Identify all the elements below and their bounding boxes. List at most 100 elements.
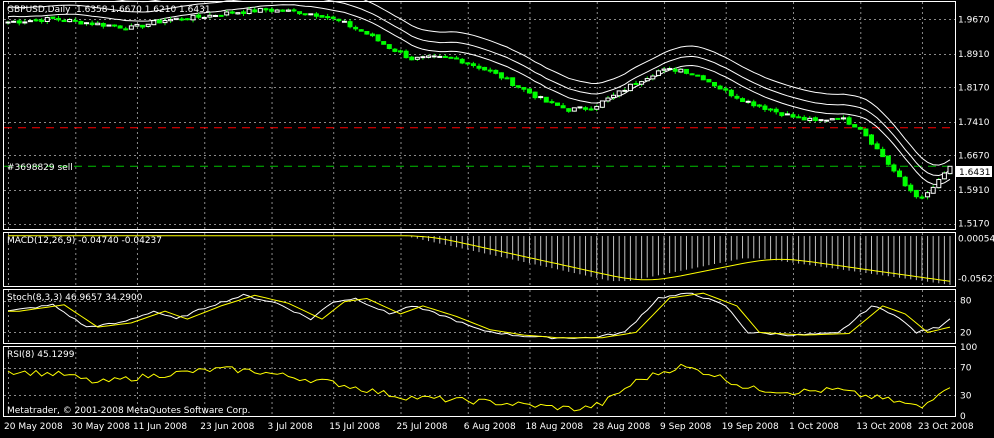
candle-body bbox=[442, 56, 448, 59]
candle-body bbox=[285, 9, 291, 12]
candle-body bbox=[224, 11, 230, 16]
stoch-y-tick: 80 bbox=[960, 297, 972, 307]
candle-body bbox=[145, 23, 151, 27]
candle-body bbox=[353, 26, 359, 30]
candle-body bbox=[325, 16, 331, 19]
x-tick-label: 20 May 2008 bbox=[4, 422, 63, 432]
stochastic-pane-frame[interactable] bbox=[3, 289, 956, 344]
candle-body bbox=[487, 69, 493, 72]
candle-body bbox=[801, 116, 807, 121]
candle-body bbox=[902, 176, 908, 187]
candle-body bbox=[386, 44, 392, 49]
trading-chart-window[interactable]: 1.9670 1.8910 1.8170 1.7410 1.6670 1.5910 1.51… bbox=[0, 0, 994, 434]
candles bbox=[5, 6, 953, 200]
candle-body bbox=[470, 63, 476, 67]
candle-body bbox=[212, 14, 218, 17]
candle-body bbox=[756, 104, 762, 107]
candle-body bbox=[773, 108, 779, 113]
candle-body bbox=[818, 119, 824, 122]
candle-body bbox=[683, 68, 689, 74]
candle-body bbox=[689, 73, 695, 76]
x-tick-label: 19 Sep 2008 bbox=[722, 422, 779, 432]
candle-body bbox=[156, 19, 162, 24]
current-price-tag: 1.6431 bbox=[956, 166, 992, 178]
candle-body bbox=[308, 13, 314, 16]
candle-body bbox=[779, 112, 785, 116]
candle-body bbox=[650, 75, 656, 80]
candle-body bbox=[571, 107, 577, 112]
candle-body bbox=[134, 23, 140, 27]
candle-body bbox=[526, 88, 532, 94]
candle-body bbox=[913, 189, 919, 198]
price-pane-frame[interactable] bbox=[3, 1, 956, 230]
candle-body bbox=[89, 22, 95, 26]
candle-body bbox=[252, 9, 258, 13]
candle-body bbox=[577, 106, 583, 109]
candle-body bbox=[549, 101, 555, 104]
symbol-label: GBPUSD,Daily bbox=[7, 5, 71, 15]
candle-body bbox=[123, 28, 129, 31]
candle-body bbox=[605, 97, 611, 102]
candle-body bbox=[358, 29, 364, 32]
candle-body bbox=[381, 41, 387, 45]
price-y-tick: 1.5910 bbox=[958, 186, 990, 196]
copyright-text: Metatrader, © 2001-2008 MetaQuotes Softw… bbox=[7, 406, 250, 416]
candle-body bbox=[594, 105, 600, 110]
candle-body bbox=[863, 128, 869, 137]
price-y-tick: 1.9670 bbox=[958, 15, 990, 25]
candle-body bbox=[431, 55, 437, 58]
candle-body bbox=[319, 15, 325, 18]
candle-body bbox=[723, 88, 729, 91]
candle-body bbox=[201, 16, 207, 19]
stoch-y-tick: 20 bbox=[960, 328, 972, 338]
candle-body bbox=[44, 16, 50, 23]
candle-body bbox=[616, 90, 622, 97]
candle-body bbox=[678, 68, 684, 73]
current-price-label: 1.6431 bbox=[959, 168, 991, 178]
price-y-tick: 1.8910 bbox=[958, 50, 990, 60]
candle-body bbox=[179, 18, 185, 21]
candle-body bbox=[476, 65, 482, 69]
candle-body bbox=[936, 178, 942, 189]
x-tick-label: 23 Jun 2008 bbox=[200, 422, 254, 432]
candle-body bbox=[196, 14, 202, 18]
candle-body bbox=[885, 155, 891, 165]
candle-body bbox=[566, 108, 572, 112]
candle-body bbox=[16, 20, 22, 24]
candle-body bbox=[11, 20, 17, 23]
band-line-1 bbox=[7, 4, 951, 186]
candle-body bbox=[869, 134, 874, 145]
candle-body bbox=[695, 74, 701, 77]
order-line-label[interactable]: #3698829 sell bbox=[7, 163, 73, 173]
candle-body bbox=[291, 9, 297, 12]
candle-body bbox=[61, 19, 67, 22]
candle-body bbox=[465, 62, 471, 65]
x-tick-label: 6 Aug 2008 bbox=[464, 422, 516, 432]
chart-canvas[interactable]: 1.9670 1.8910 1.8170 1.7410 1.6670 1.5910 1.51… bbox=[0, 0, 994, 434]
candle-body bbox=[745, 100, 751, 103]
candle-body bbox=[5, 21, 11, 24]
candle-body bbox=[824, 119, 830, 122]
stochastic-label: Stoch(8,3,3) 46.9657 34.2900 bbox=[7, 293, 143, 303]
candle-body bbox=[925, 192, 931, 198]
candle-body bbox=[510, 77, 516, 87]
rsi-y-tick: 100 bbox=[960, 343, 977, 353]
candle-body bbox=[341, 20, 347, 23]
candle-body bbox=[437, 55, 443, 58]
candle-body bbox=[784, 113, 790, 116]
candle-body bbox=[39, 19, 45, 23]
price-y-tick: 1.7410 bbox=[958, 118, 990, 128]
candle-body bbox=[728, 89, 734, 97]
candle-body bbox=[173, 17, 179, 21]
candle-body bbox=[369, 33, 375, 37]
candle-body bbox=[930, 186, 936, 194]
candle-body bbox=[257, 7, 263, 13]
candle-body bbox=[880, 148, 886, 158]
candle-body bbox=[633, 82, 639, 85]
candle-body bbox=[78, 21, 84, 25]
candle-body bbox=[162, 20, 168, 24]
x-tick-label: 3 Jul 2008 bbox=[268, 422, 313, 432]
candle-body bbox=[768, 108, 774, 111]
candle-body bbox=[644, 78, 650, 82]
candle-body bbox=[375, 34, 381, 42]
